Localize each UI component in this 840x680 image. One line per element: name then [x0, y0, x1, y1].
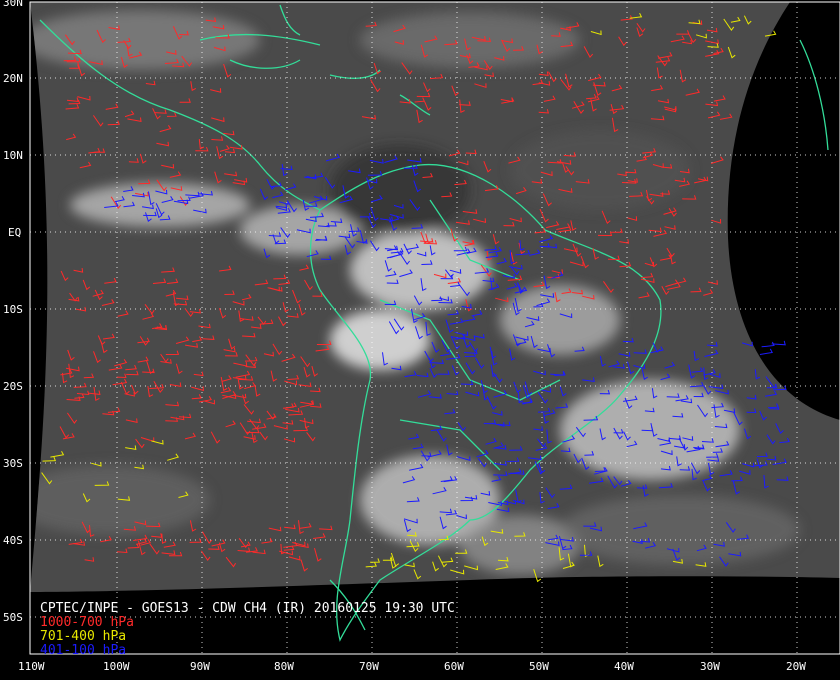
map-title: CPTEC/INPE - GOES13 - CDW CH4 (IR) 20160… — [40, 601, 455, 616]
lon-label: 30W — [700, 660, 720, 673]
lon-label: 20W — [786, 660, 806, 673]
lat-label: 50S — [3, 611, 23, 624]
lat-label: 30S — [3, 457, 23, 470]
legend-low-level: 1000-700 hPa — [40, 615, 134, 630]
lon-label: 90W — [190, 660, 210, 673]
satellite-wind-map: 30N 20N 10N EQ 10S 20S 30S 40S 50S 110W … — [0, 0, 840, 680]
legend-high-level: 401-100 hPa — [40, 643, 127, 658]
lon-label: 40W — [614, 660, 634, 673]
lat-label: 30N — [3, 0, 23, 9]
lon-label: 60W — [444, 660, 464, 673]
lon-label: 110W — [18, 660, 45, 673]
lon-label: 100W — [103, 660, 130, 673]
lat-label: EQ — [8, 226, 21, 239]
lat-label: 10S — [3, 303, 23, 316]
lon-label: 70W — [359, 660, 379, 673]
lat-label: 20S — [3, 380, 23, 393]
lat-label: 20N — [3, 72, 23, 85]
lat-label: 10N — [3, 149, 23, 162]
lon-label: 80W — [274, 660, 294, 673]
map-legend: CPTEC/INPE - GOES13 - CDW CH4 (IR) 20160… — [40, 602, 455, 658]
lon-label: 50W — [529, 660, 549, 673]
lat-label: 40S — [3, 534, 23, 547]
legend-mid-level: 701-400 hPa — [40, 629, 127, 644]
